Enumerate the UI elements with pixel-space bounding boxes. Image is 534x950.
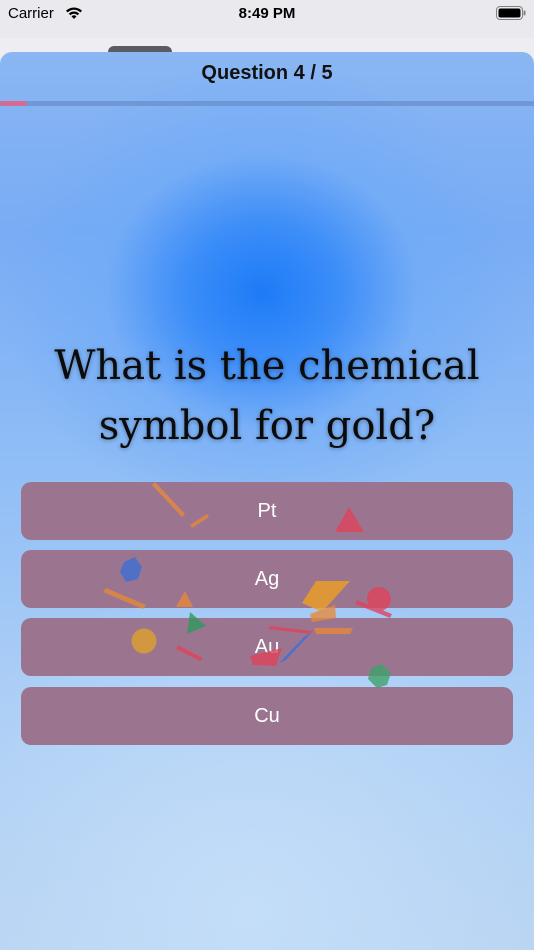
answer-button-cu[interactable]: Cu [21,687,513,745]
question-counter: Question 4 / 5 [201,62,333,84]
status-time: 8:49 PM [238,5,296,22]
battery-icon [496,6,526,20]
progress-bar [0,101,534,106]
answer-button-pt[interactable]: Pt [21,482,513,540]
answer-button-ag[interactable]: Ag [21,550,513,608]
answer-button-au[interactable]: Au [21,618,513,676]
quiz-sheet: Question 4 / 5 What is the chemical symb… [0,52,534,950]
progress-fill [0,101,27,106]
question-text: What is the chemical symbol for gold? [54,343,480,449]
status-bar: Carrier 8:49 PM [0,0,534,30]
